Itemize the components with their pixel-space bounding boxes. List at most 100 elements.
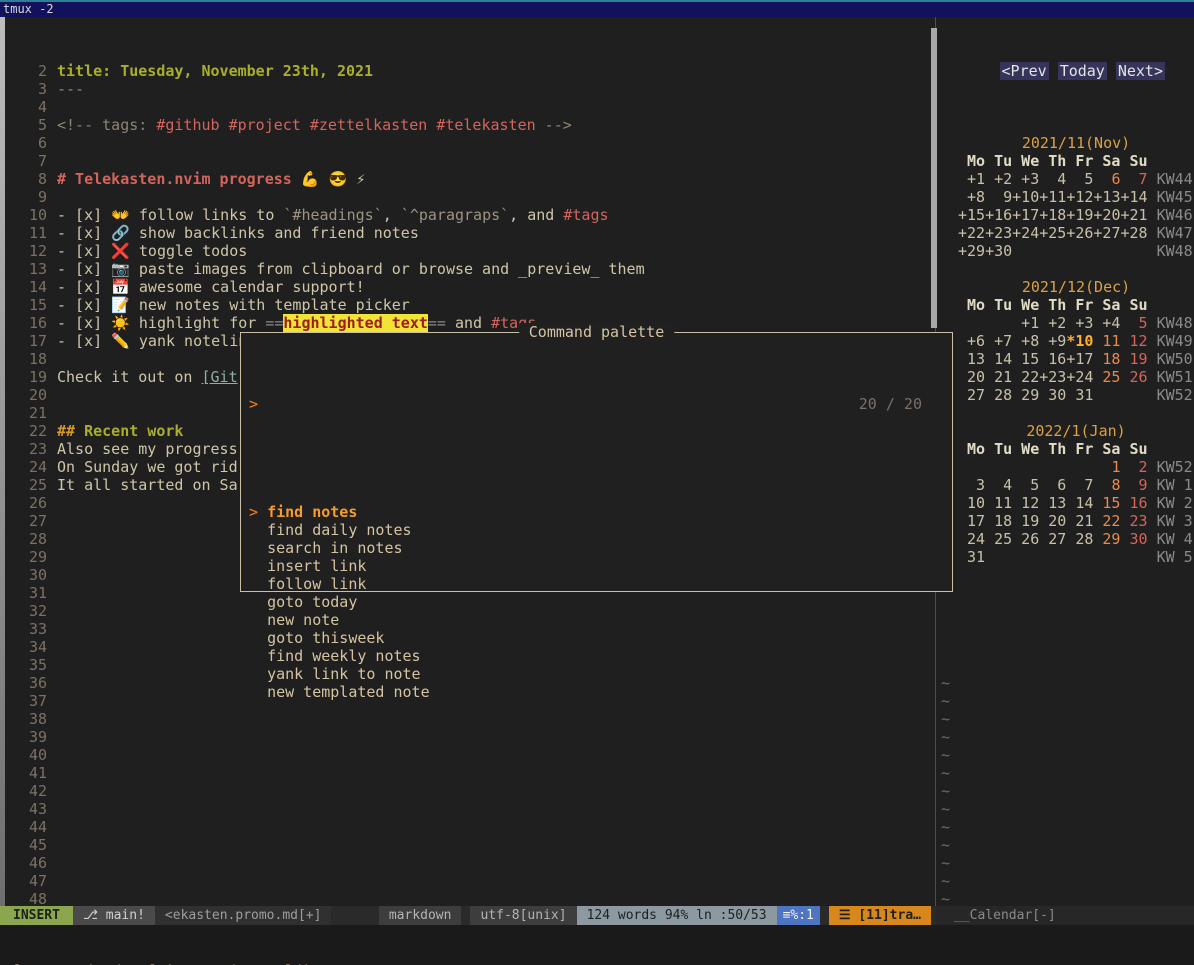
calendar-day[interactable]: 5: [1012, 476, 1039, 494]
calendar-day[interactable]: 18: [985, 512, 1012, 530]
git-branch[interactable]: ⎇ main!: [73, 906, 155, 925]
calendar-day[interactable]: +19: [1066, 206, 1093, 224]
calendar-day[interactable]: +4: [1093, 314, 1120, 332]
calendar-day[interactable]: 17: [958, 512, 985, 530]
calendar-day[interactable]: 9: [985, 188, 1012, 206]
editor-line[interactable]: 15- [x] 📝 new notes with template picker: [5, 296, 935, 314]
calendar-day[interactable]: 8: [1093, 476, 1120, 494]
palette-item[interactable]: goto thisweek: [241, 629, 952, 647]
editor-line[interactable]: 7: [5, 152, 935, 170]
calendar-day[interactable]: 20: [1039, 512, 1066, 530]
calendar-day[interactable]: 30: [1039, 386, 1066, 404]
command-line[interactable]: :lua require('telekasten').panel(): [0, 961, 1194, 965]
calendar-day[interactable]: +11: [1039, 188, 1066, 206]
editor-line[interactable]: 40: [5, 746, 935, 764]
calendar-day[interactable]: +6: [958, 332, 985, 350]
calendar-day[interactable]: 11: [985, 494, 1012, 512]
calendar-day[interactable]: 19: [1120, 350, 1147, 368]
calendar-day[interactable]: +12: [1066, 188, 1093, 206]
calendar-day[interactable]: +17: [1066, 350, 1093, 368]
palette-item[interactable]: find daily notes: [241, 521, 952, 539]
calendar-day[interactable]: 16: [1120, 494, 1147, 512]
palette-item[interactable]: find weekly notes: [241, 647, 952, 665]
editor-line[interactable]: 5<!-- tags: #github #project #zettelkast…: [5, 116, 935, 134]
calendar-day[interactable]: +23: [985, 224, 1012, 242]
calendar-day[interactable]: +8: [1012, 332, 1039, 350]
calendar-day[interactable]: +13: [1093, 188, 1120, 206]
editor-line[interactable]: 14- [x] 📅 awesome calendar support!: [5, 278, 935, 296]
calendar-day[interactable]: 16: [1039, 350, 1066, 368]
palette-prompt-row[interactable]: > 20 / 20: [241, 395, 952, 413]
calendar-day[interactable]: +20: [1093, 206, 1120, 224]
editor-line[interactable]: 10- [x] 👐 follow links to `#headings`, `…: [5, 206, 935, 224]
calendar-day[interactable]: 30: [1120, 530, 1147, 548]
calendar-day[interactable]: +9: [1039, 332, 1066, 350]
calendar-day[interactable]: +1: [958, 170, 985, 188]
editor-line[interactable]: 43: [5, 800, 935, 818]
calendar-day[interactable]: 18: [1093, 350, 1120, 368]
calendar-day[interactable]: +7: [985, 332, 1012, 350]
calendar-day[interactable]: +2: [1039, 314, 1066, 332]
editor-line[interactable]: 3---: [5, 80, 935, 98]
editor-line[interactable]: 44: [5, 818, 935, 836]
palette-item[interactable]: new note: [241, 611, 952, 629]
calendar-day[interactable]: +24: [1066, 368, 1093, 386]
calendar-day[interactable]: 31: [1066, 386, 1093, 404]
editor-line[interactable]: 48: [5, 890, 935, 906]
calendar-day[interactable]: 23: [1120, 512, 1147, 530]
calendar-day[interactable]: +3: [1066, 314, 1093, 332]
palette-prompt[interactable]: >: [249, 395, 859, 413]
editor-line[interactable]: 16- [x] ☀️ highlight for ==highlighted t…: [5, 314, 935, 332]
editor-line[interactable]: 8# Telekasten.nvim progress 💪 😎 ⚡: [5, 170, 935, 188]
editor-line[interactable]: 46: [5, 854, 935, 872]
calendar-day[interactable]: 22: [1093, 512, 1120, 530]
tab-indicator[interactable]: ☰ [11]tra…: [829, 906, 931, 925]
calendar-day[interactable]: 26: [1012, 530, 1039, 548]
calendar-day[interactable]: 14: [1066, 494, 1093, 512]
calendar-day[interactable]: 3: [958, 476, 985, 494]
editor-line[interactable]: 13- [x] 📷 paste images from clipboard or…: [5, 260, 935, 278]
editor-line[interactable]: 12- [x] ❌ toggle todos: [5, 242, 935, 260]
calendar-day[interactable]: 28: [1066, 530, 1093, 548]
calendar-next-button[interactable]: Next>: [1116, 62, 1165, 80]
calendar-day[interactable]: +28: [1120, 224, 1147, 242]
calendar-day[interactable]: +29: [958, 242, 985, 260]
calendar-day[interactable]: 21: [1066, 512, 1093, 530]
calendar-day[interactable]: +17: [1012, 206, 1039, 224]
calendar-day[interactable]: 1: [1093, 458, 1120, 476]
calendar-day[interactable]: +22: [958, 224, 985, 242]
calendar-day[interactable]: 2: [1120, 458, 1147, 476]
calendar-day[interactable]: 6: [1093, 170, 1120, 188]
calendar-day[interactable]: 24: [958, 530, 985, 548]
calendar-day[interactable]: 31: [958, 548, 985, 566]
palette-item[interactable]: > find notes: [241, 503, 952, 521]
editor-line[interactable]: 41: [5, 764, 935, 782]
calendar-day[interactable]: 27: [1039, 530, 1066, 548]
calendar-day[interactable]: +27: [1093, 224, 1120, 242]
calendar-day[interactable]: 25: [985, 530, 1012, 548]
editor-line[interactable]: 45: [5, 836, 935, 854]
calendar-day[interactable]: +26: [1066, 224, 1093, 242]
calendar-day[interactable]: +1: [1012, 314, 1039, 332]
palette-item[interactable]: search in notes: [241, 539, 952, 557]
calendar-day[interactable]: +25: [1039, 224, 1066, 242]
calendar-day[interactable]: 15: [1093, 494, 1120, 512]
calendar-day[interactable]: 12: [1012, 494, 1039, 512]
palette-item[interactable]: follow link: [241, 575, 952, 593]
calendar-day[interactable]: 11: [1093, 332, 1120, 350]
calendar-day[interactable]: *10: [1066, 332, 1093, 350]
calendar-day[interactable]: 26: [1120, 368, 1147, 386]
calendar-day[interactable]: 27: [958, 386, 985, 404]
calendar-day[interactable]: +16: [985, 206, 1012, 224]
calendar-day[interactable]: 29: [1012, 386, 1039, 404]
calendar-day[interactable]: 21: [985, 368, 1012, 386]
calendar-day[interactable]: 14: [985, 350, 1012, 368]
calendar-day[interactable]: +14: [1120, 188, 1147, 206]
calendar-day[interactable]: 12: [1120, 332, 1147, 350]
editor-line[interactable]: 9: [5, 188, 935, 206]
calendar-day[interactable]: 7: [1066, 476, 1093, 494]
calendar-day[interactable]: 9: [1120, 476, 1147, 494]
calendar-day[interactable]: 20: [958, 368, 985, 386]
calendar-day[interactable]: +10: [1012, 188, 1039, 206]
calendar-day[interactable]: 25: [1093, 368, 1120, 386]
